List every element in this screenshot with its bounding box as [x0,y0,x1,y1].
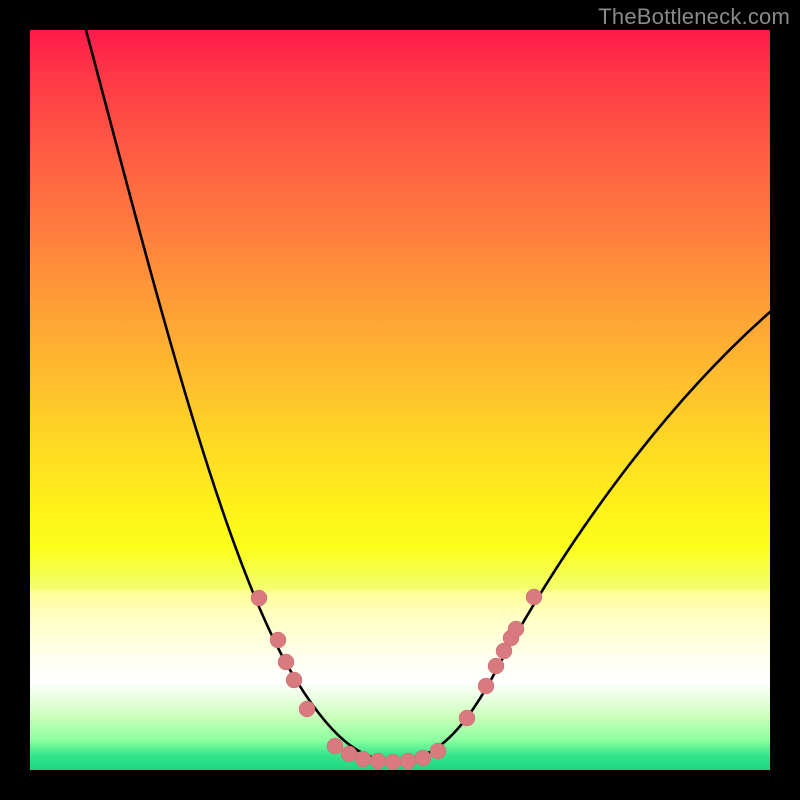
chart-svg [30,30,770,770]
highlight-marker [526,589,542,605]
highlight-marker [278,654,294,670]
highlight-markers [251,589,542,770]
highlight-marker [430,743,446,759]
highlight-marker [488,658,504,674]
highlight-marker [370,753,386,769]
highlight-marker [385,754,401,770]
plot-area [30,30,770,770]
watermark-text: TheBottleneck.com [598,4,790,30]
highlight-marker [270,632,286,648]
highlight-marker [400,753,416,769]
highlight-marker [286,672,302,688]
highlight-marker [327,738,343,754]
highlight-marker [459,710,475,726]
highlight-marker [251,590,267,606]
chart-frame: TheBottleneck.com [0,0,800,800]
highlight-marker [355,751,371,767]
highlight-marker [415,750,431,766]
bottleneck-curve [86,30,770,762]
highlight-marker [341,746,357,762]
highlight-marker [299,701,315,717]
highlight-marker [508,621,524,637]
highlight-marker [478,678,494,694]
